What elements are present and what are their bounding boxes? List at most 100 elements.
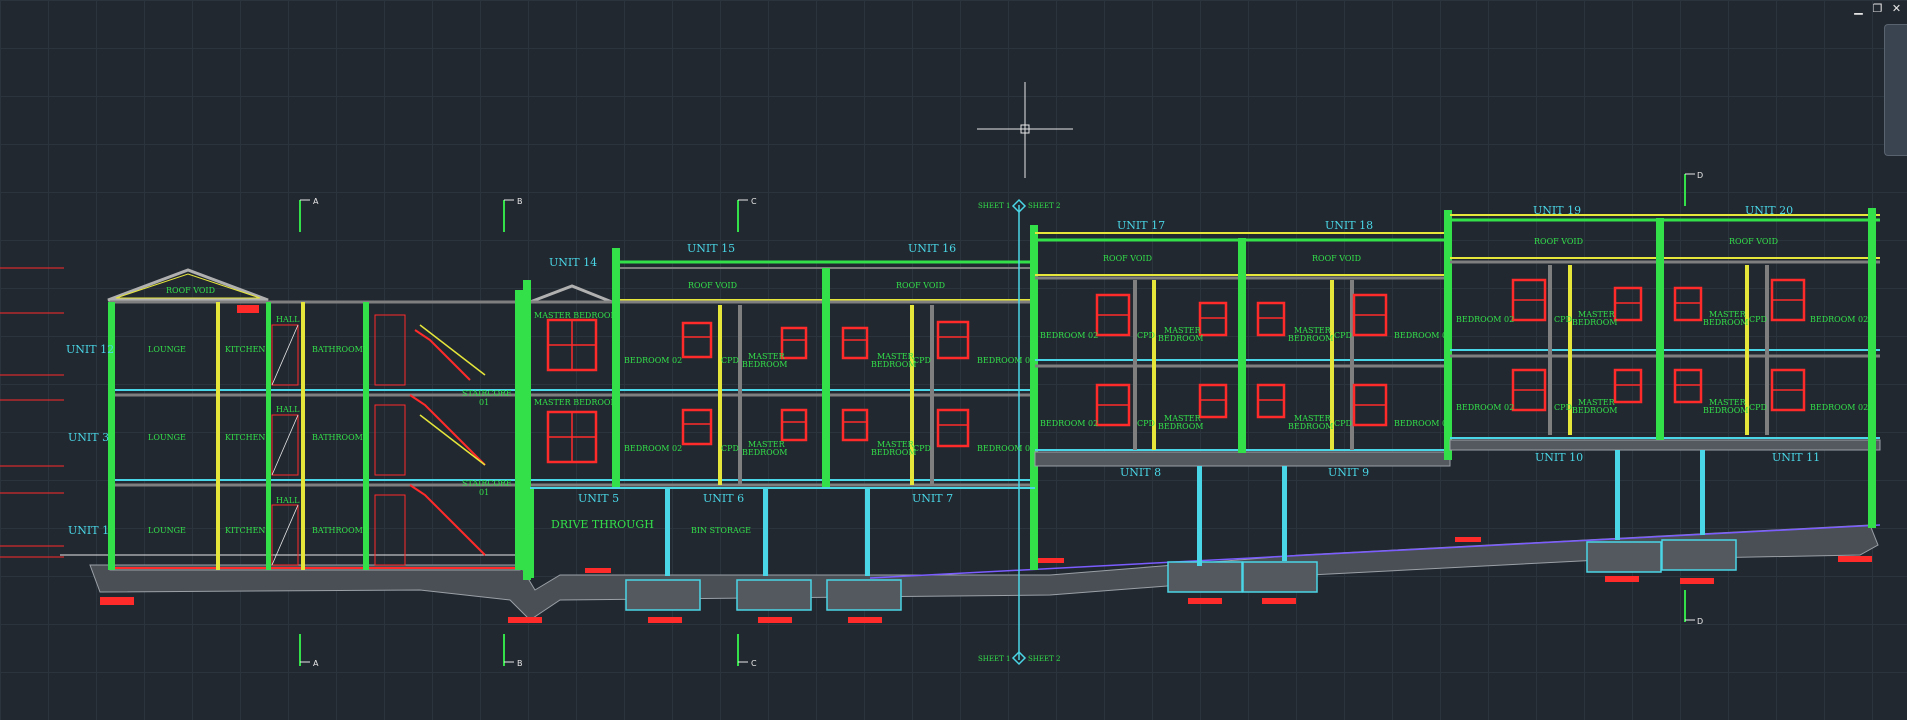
- section-drawing[interactable]: A B C D A B C D SHEET 1 SHEET 2 SHEET 1 …: [0, 0, 1907, 720]
- grid-marker-a-top: A: [313, 197, 319, 206]
- unit-8-label: UNIT 8: [1120, 466, 1161, 479]
- room-label: BEDROOM: [1158, 422, 1203, 431]
- room-label: BEDROOM: [1572, 318, 1617, 327]
- room-label: ROOF VOID: [1729, 237, 1778, 246]
- room-labels: ROOF VOID LOUNGE LOUNGE LOUNGE KITCHEN K…: [148, 237, 1868, 535]
- room-label: BEDROOM: [1158, 334, 1203, 343]
- room-label: HALL: [276, 315, 300, 324]
- room-label: BEDROOM 02: [1394, 419, 1452, 428]
- block-left: [107, 268, 523, 571]
- room-label: CPD: [1137, 331, 1155, 340]
- room-label: BEDROOM: [1288, 422, 1333, 431]
- room-label: HALL: [276, 496, 300, 505]
- room-label: CPD: [1554, 403, 1572, 412]
- level-markers: [0, 267, 64, 558]
- room-label: BEDROOM 02: [624, 356, 682, 365]
- unit-1-label: UNIT 1: [68, 524, 109, 537]
- room-label: BEDROOM 02: [977, 444, 1035, 453]
- unit-10-label: UNIT 10: [1535, 451, 1583, 464]
- unit-5-label: UNIT 5: [578, 492, 619, 505]
- sheet2-label-bottom: SHEET 2: [1028, 655, 1060, 663]
- room-label: BEDROOM 02: [1394, 331, 1452, 340]
- room-label: ROOF VOID: [1312, 254, 1361, 263]
- close-button[interactable]: ✕: [1890, 2, 1903, 15]
- navigation-bar[interactable]: [1884, 24, 1907, 156]
- room-label: BEDROOM 02: [1810, 315, 1868, 324]
- room-label: BEDROOM 02: [1810, 403, 1868, 412]
- unit-17-label: UNIT 17: [1117, 219, 1165, 232]
- room-label: ROOF VOID: [896, 281, 945, 290]
- sheet1-label-top: SHEET 1: [978, 202, 1010, 210]
- room-label: BEDROOM: [1703, 406, 1748, 415]
- restore-button[interactable]: ❐: [1871, 2, 1884, 15]
- room-label-drive-through: DRIVE THROUGH: [551, 518, 654, 531]
- room-label: KITCHEN: [225, 526, 265, 535]
- unit-3-label: UNIT 3: [68, 431, 109, 444]
- room-label: 01: [479, 488, 489, 497]
- room-label: KITCHEN: [225, 433, 265, 442]
- sheet2-label-top: SHEET 2: [1028, 202, 1060, 210]
- room-label: LOUNGE: [148, 345, 186, 354]
- room-label: BEDROOM: [742, 360, 787, 369]
- room-label: LOUNGE: [148, 433, 186, 442]
- room-label: BEDROOM: [1703, 318, 1748, 327]
- room-label: KITCHEN: [225, 345, 265, 354]
- unit-19-label: UNIT 19: [1533, 204, 1581, 217]
- room-label: BEDROOM: [1572, 406, 1617, 415]
- room-label: ROOF VOID: [1103, 254, 1152, 263]
- unit-15-label: UNIT 15: [687, 242, 735, 255]
- unit-6-label: UNIT 6: [703, 492, 744, 505]
- room-label: ROOF VOID: [166, 286, 215, 295]
- window-controls: ▁ ❐ ✕: [1852, 2, 1903, 15]
- room-label: CPD: [1137, 419, 1155, 428]
- unit-12-label: UNIT 12: [66, 343, 114, 356]
- room-label: BEDROOM: [742, 448, 787, 457]
- block-right-1: [1034, 210, 1452, 566]
- room-label: STAIRCORE: [462, 479, 512, 488]
- room-label-bin-storage: BIN STORAGE: [691, 526, 751, 535]
- room-label: BEDROOM: [871, 360, 916, 369]
- room-label: LOUNGE: [148, 526, 186, 535]
- room-label: CPD: [1554, 315, 1572, 324]
- room-label: BATHROOM: [312, 345, 363, 354]
- unit-7-label: UNIT 7: [912, 492, 953, 505]
- unit-11-label: UNIT 11: [1772, 451, 1820, 464]
- room-label: BEDROOM 02: [1456, 403, 1514, 412]
- unit-20-label: UNIT 20: [1745, 204, 1793, 217]
- grid-marker-d-top: D: [1697, 171, 1703, 180]
- room-label: CPD: [721, 356, 739, 365]
- room-label: MASTER BEDROOM: [534, 311, 619, 320]
- room-label: BEDROOM: [1288, 334, 1333, 343]
- unit-14-label: UNIT 14: [549, 256, 597, 269]
- block-right-2: [1449, 208, 1881, 540]
- room-label: STAIRCORE: [462, 389, 512, 398]
- room-label: CPD: [913, 356, 931, 365]
- room-label: MASTER BEDROOM: [534, 398, 619, 407]
- room-label: CPD: [1749, 315, 1767, 324]
- sheet1-label-bottom: SHEET 1: [978, 655, 1010, 663]
- room-label: BEDROOM 02: [624, 444, 682, 453]
- grid-marker-c-bottom: C: [751, 659, 757, 668]
- room-label: BEDROOM: [871, 448, 916, 457]
- minimize-button[interactable]: ▁: [1852, 2, 1865, 15]
- grid-marker-b-bottom: B: [517, 659, 523, 668]
- grid-marker-c-top: C: [751, 197, 757, 206]
- grid-marker-b-top: B: [517, 197, 523, 206]
- room-label: BEDROOM 02: [1040, 331, 1098, 340]
- room-label: 01: [479, 398, 489, 407]
- room-label: HALL: [276, 405, 300, 414]
- room-label: CPD: [1749, 403, 1767, 412]
- room-label: ROOF VOID: [1534, 237, 1583, 246]
- drawing-viewport[interactable]: A B C D A B C D SHEET 1 SHEET 2 SHEET 1 …: [0, 0, 1907, 720]
- unit-9-label: UNIT 9: [1328, 466, 1369, 479]
- room-label: CPD: [1334, 419, 1352, 428]
- unit-16-label: UNIT 16: [908, 242, 956, 255]
- room-label: ROOF VOID: [688, 281, 737, 290]
- room-label: CPD: [1334, 331, 1352, 340]
- room-label: BEDROOM 02: [1040, 419, 1098, 428]
- crosshair-cursor: [977, 82, 1073, 178]
- room-label: BEDROOM 02: [977, 356, 1035, 365]
- room-label: BATHROOM: [312, 433, 363, 442]
- room-label: CPD: [721, 444, 739, 453]
- grid-marker-d-bottom: D: [1697, 617, 1703, 626]
